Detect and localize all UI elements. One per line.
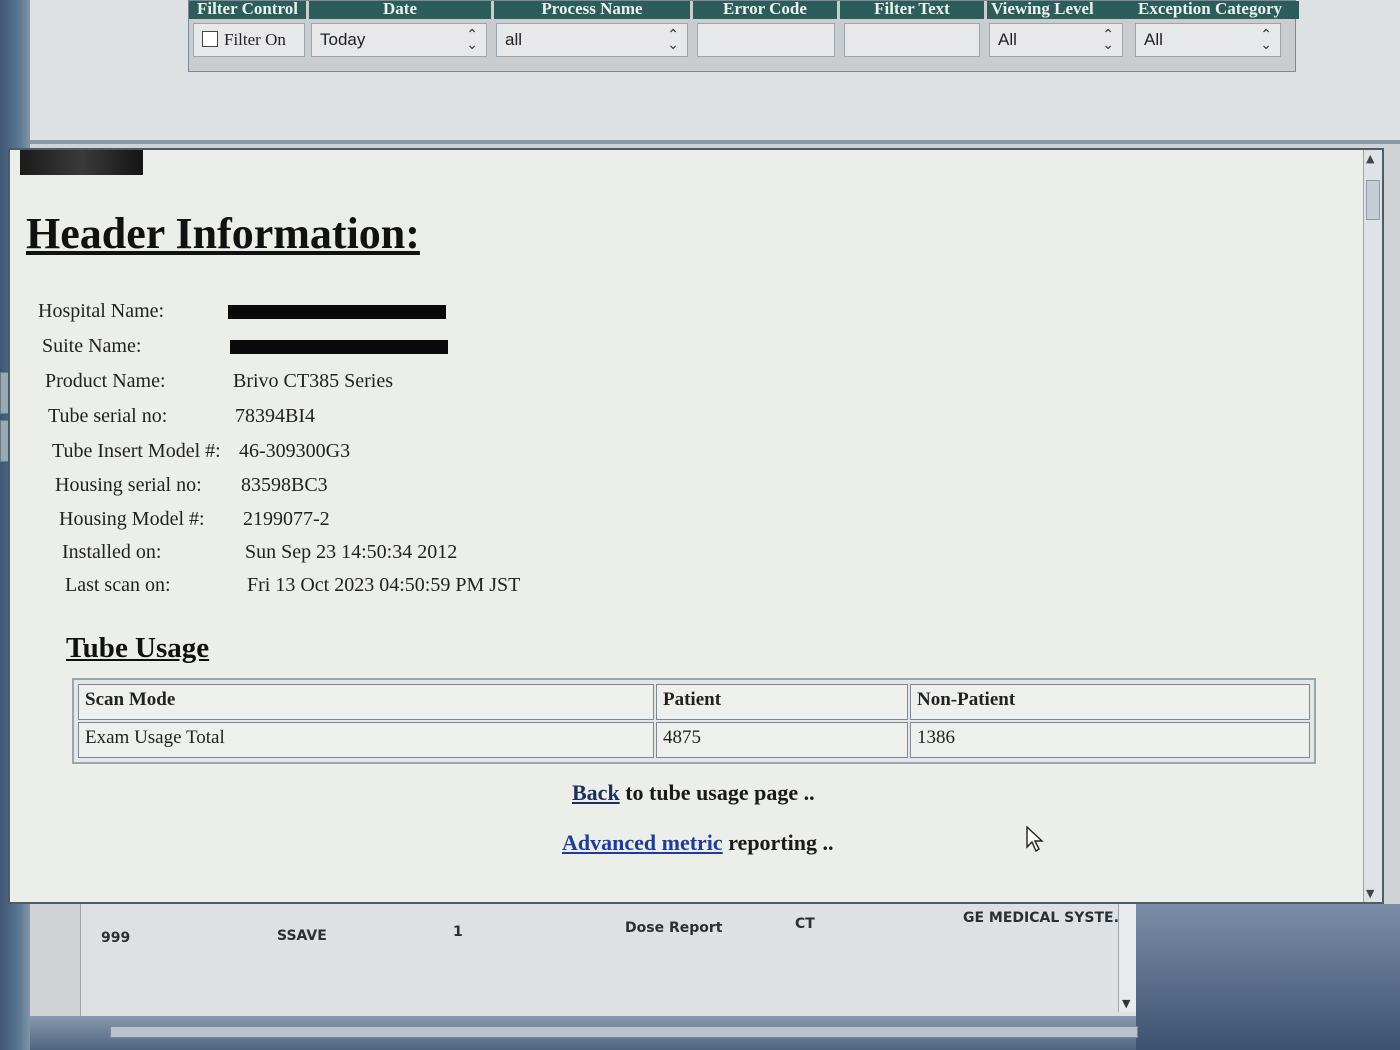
series-list-scrollbar[interactable]: ▼ xyxy=(1118,904,1137,1012)
filter-area: Filter Control Date Process Name Error C… xyxy=(30,0,1400,140)
viewing-level-value: All xyxy=(998,30,1017,49)
list-cell-id: 999 xyxy=(101,930,131,946)
filter-on-checkbox[interactable] xyxy=(202,31,218,47)
info-label: Housing serial no: xyxy=(55,474,202,496)
advanced-link-text: reporting .. xyxy=(722,830,834,855)
desktop-background xyxy=(1136,904,1400,1050)
back-link[interactable]: Back xyxy=(572,780,620,805)
info-label: Last scan on: xyxy=(65,574,171,596)
filter-on-cell[interactable]: Filter On xyxy=(193,23,305,57)
series-list: 999 SSAVE 1 Dose Report CT GE MEDICAL SY… xyxy=(80,904,1136,1016)
table-cell-scan-mode: Exam Usage Total xyxy=(78,722,654,758)
info-value: 83598BC3 xyxy=(241,474,328,496)
table-cell-patient: 4875 xyxy=(656,722,908,758)
chevron-updown-icon: ⌃ ⌄ xyxy=(667,27,679,53)
info-label: Suite Name: xyxy=(42,335,142,357)
filter-header-date: Date xyxy=(309,1,491,19)
exception-category-value: All xyxy=(1144,30,1163,49)
advanced-link-line: Advanced metric reporting .. xyxy=(562,830,834,856)
viewing-level-select[interactable]: All ⌃ ⌄ xyxy=(989,23,1123,57)
panel-scrollbar[interactable]: ▲ ▼ xyxy=(1363,150,1382,902)
divider xyxy=(30,140,1400,144)
logo-image xyxy=(20,150,143,175)
process-select-value: all xyxy=(505,30,523,49)
list-cell-count: 1 xyxy=(453,924,463,940)
horizontal-scrollbar[interactable] xyxy=(110,1026,1138,1038)
table-header-scan-mode: Scan Mode xyxy=(78,684,654,720)
info-label: Installed on: xyxy=(62,541,162,563)
back-link-text: to tube usage page .. xyxy=(619,780,815,805)
filter-header-control: Filter Control xyxy=(189,1,306,19)
redaction-bar xyxy=(228,305,446,319)
filter-on-label: Filter On xyxy=(224,30,286,49)
chevron-updown-icon: ⌃ ⌄ xyxy=(1102,27,1114,53)
info-value: Brivo CT385 Series xyxy=(233,370,393,392)
list-cell-modality: CT xyxy=(795,916,815,932)
process-name-select[interactable]: all ⌃ ⌄ xyxy=(496,23,688,57)
info-value: Sun Sep 23 14:50:34 2012 xyxy=(245,541,458,563)
info-value: Fri 13 Oct 2023 04:50:59 PM JST xyxy=(247,574,521,596)
scroll-up-icon[interactable]: ▲ xyxy=(1366,152,1374,165)
tube-usage-table: Scan Mode Patient Non-Patient Exam Usage… xyxy=(72,678,1316,764)
info-label: Tube serial no: xyxy=(48,405,168,427)
filter-header-viewing-level: Viewing Level xyxy=(987,1,1135,19)
tube-info-panel: Header Information: Hospital Name: Suite… xyxy=(8,148,1384,904)
list-cell-type: SSAVE xyxy=(277,928,327,944)
filter-header-error-code: Error Code xyxy=(693,1,837,19)
scroll-thumb[interactable] xyxy=(1366,180,1380,220)
scroll-down-icon[interactable]: ▼ xyxy=(1122,997,1130,1010)
list-cell-desc: Dose Report xyxy=(625,920,723,936)
date-select[interactable]: Today ⌃ ⌄ xyxy=(311,23,487,57)
date-select-value: Today xyxy=(320,30,366,49)
filter-header-filter-text: Filter Text xyxy=(840,1,984,19)
info-label: Housing Model #: xyxy=(59,508,205,530)
chevron-updown-icon: ⌃ ⌄ xyxy=(1260,27,1272,53)
list-cell-vendor: GE MEDICAL SYSTE... xyxy=(963,910,1130,926)
info-label: Hospital Name: xyxy=(38,300,165,322)
back-link-line: Back to tube usage page .. xyxy=(572,780,815,806)
page-title: Header Information: xyxy=(26,209,420,258)
table-header-non-patient: Non-Patient xyxy=(910,684,1310,720)
error-code-input[interactable] xyxy=(697,23,835,57)
info-label: Tube Insert Model #: xyxy=(52,440,221,462)
info-label: Product Name: xyxy=(45,370,166,392)
chevron-updown-icon: ⌃ ⌄ xyxy=(466,27,478,53)
scroll-down-icon[interactable]: ▼ xyxy=(1366,887,1374,900)
redaction-bar xyxy=(230,340,448,354)
filter-header-exception: Exception Category xyxy=(1134,1,1299,19)
info-value: 46-309300G3 xyxy=(239,440,351,462)
filter-text-input[interactable] xyxy=(844,23,980,57)
exception-category-select[interactable]: All ⌃ ⌄ xyxy=(1135,23,1281,57)
info-value: 2199077-2 xyxy=(243,508,330,530)
info-value: 78394BI4 xyxy=(235,405,315,427)
bottom-bar xyxy=(30,1016,1138,1050)
table-header-patient: Patient xyxy=(656,684,908,720)
advanced-metric-link[interactable]: Advanced metric xyxy=(562,830,723,855)
table-cell-non-patient: 1386 xyxy=(910,722,1310,758)
filter-table: Filter Control Date Process Name Error C… xyxy=(188,0,1299,72)
filter-header-process: Process Name xyxy=(494,1,690,19)
tube-usage-title: Tube Usage xyxy=(66,632,210,664)
